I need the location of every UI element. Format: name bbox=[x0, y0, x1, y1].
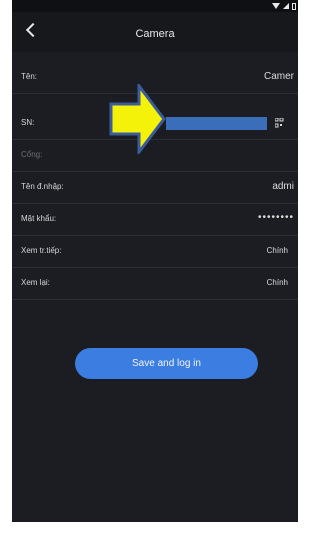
camera-settings-screen: Camera Tên: Camer SN: Cổng: Tên đ.nhập: … bbox=[12, 0, 298, 522]
save-and-login-button[interactable]: Save and log in bbox=[75, 348, 258, 379]
status-bar bbox=[12, 0, 298, 12]
page-title: Camera bbox=[135, 28, 175, 40]
nav-bar: Camera bbox=[12, 12, 298, 52]
field-label-username: Tên đ.nhập: bbox=[21, 182, 64, 191]
field-label-live-view: Xem tr.tiếp: bbox=[21, 246, 62, 255]
status-icons bbox=[272, 0, 296, 12]
field-row-live-view[interactable]: Xem tr.tiếp: Chính bbox=[12, 236, 298, 268]
field-label-sn: SN: bbox=[21, 118, 35, 127]
signal-icon bbox=[283, 3, 289, 9]
arrow-right-icon bbox=[109, 84, 166, 154]
field-label-password: Mật khẩu: bbox=[21, 214, 57, 223]
qr-scan-icon[interactable] bbox=[275, 118, 284, 128]
sn-input-redacted[interactable] bbox=[166, 117, 267, 130]
field-row-password[interactable]: Mật khẩu: •••••••• bbox=[12, 204, 298, 236]
field-label-name: Tên: bbox=[21, 72, 38, 81]
field-label-playback: Xem lại: bbox=[21, 278, 50, 287]
field-value-username[interactable]: admi bbox=[272, 181, 294, 192]
field-value-name[interactable]: Camer bbox=[264, 71, 294, 82]
field-row-playback[interactable]: Xem lại: Chính bbox=[12, 268, 298, 300]
field-row-username[interactable]: Tên đ.nhập: admi bbox=[12, 172, 298, 204]
field-value-password[interactable]: •••••••• bbox=[258, 212, 294, 223]
battery-icon bbox=[292, 2, 296, 10]
field-value-live-view[interactable]: Chính bbox=[267, 246, 288, 255]
field-value-playback[interactable]: Chính bbox=[267, 278, 288, 287]
field-label-port: Cổng: bbox=[21, 150, 43, 159]
wifi-icon bbox=[272, 3, 280, 9]
